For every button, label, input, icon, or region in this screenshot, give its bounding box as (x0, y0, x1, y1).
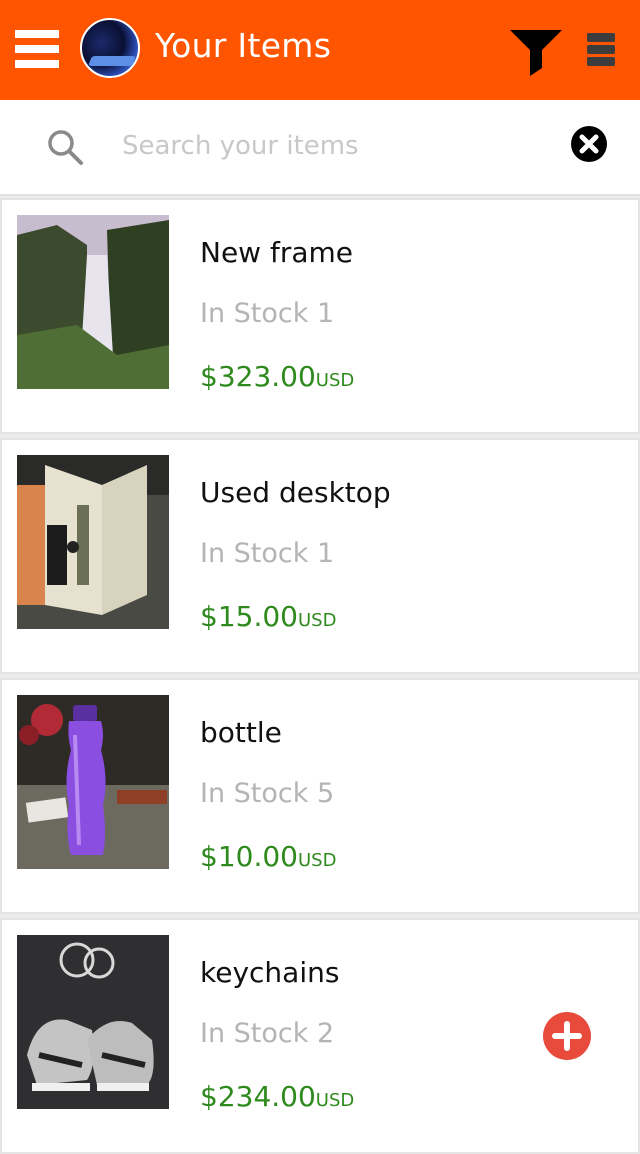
item-price: $15.00USD (200, 600, 337, 633)
search-icon (48, 130, 83, 165)
item-price: $323.00USD (200, 360, 355, 393)
more-icon[interactable] (587, 33, 615, 67)
filter-icon[interactable] (510, 28, 562, 80)
item-name: bottle (200, 716, 282, 749)
search-input[interactable] (122, 126, 542, 166)
item-name: Used desktop (200, 476, 391, 509)
app-header: Your Items (0, 0, 640, 100)
item-stock: In Stock 5 (200, 778, 335, 809)
desktop-photo (17, 455, 169, 629)
page-title: Your Items (155, 26, 332, 65)
list-item[interactable]: Used desktop In Stock 1 $15.00USD (0, 438, 640, 674)
avatar[interactable] (80, 18, 140, 78)
item-price: $10.00USD (200, 840, 337, 873)
item-stock: In Stock 1 (200, 538, 335, 569)
keychain-photo (17, 935, 169, 1109)
hamburger-icon[interactable] (15, 30, 59, 68)
item-stock: In Stock 2 (200, 1018, 335, 1049)
item-price: $234.00USD (200, 1080, 355, 1113)
close-icon[interactable] (570, 125, 608, 163)
item-stock: In Stock 1 (200, 298, 335, 329)
add-icon[interactable] (543, 1012, 591, 1060)
waterfall-photo (17, 215, 169, 389)
item-name: keychains (200, 956, 340, 989)
list-item[interactable]: bottle In Stock 5 $10.00USD (0, 678, 640, 914)
item-name: New frame (200, 236, 354, 269)
list-item[interactable]: New frame In Stock 1 $323.00USD (0, 198, 640, 434)
bottle-photo (17, 695, 169, 869)
